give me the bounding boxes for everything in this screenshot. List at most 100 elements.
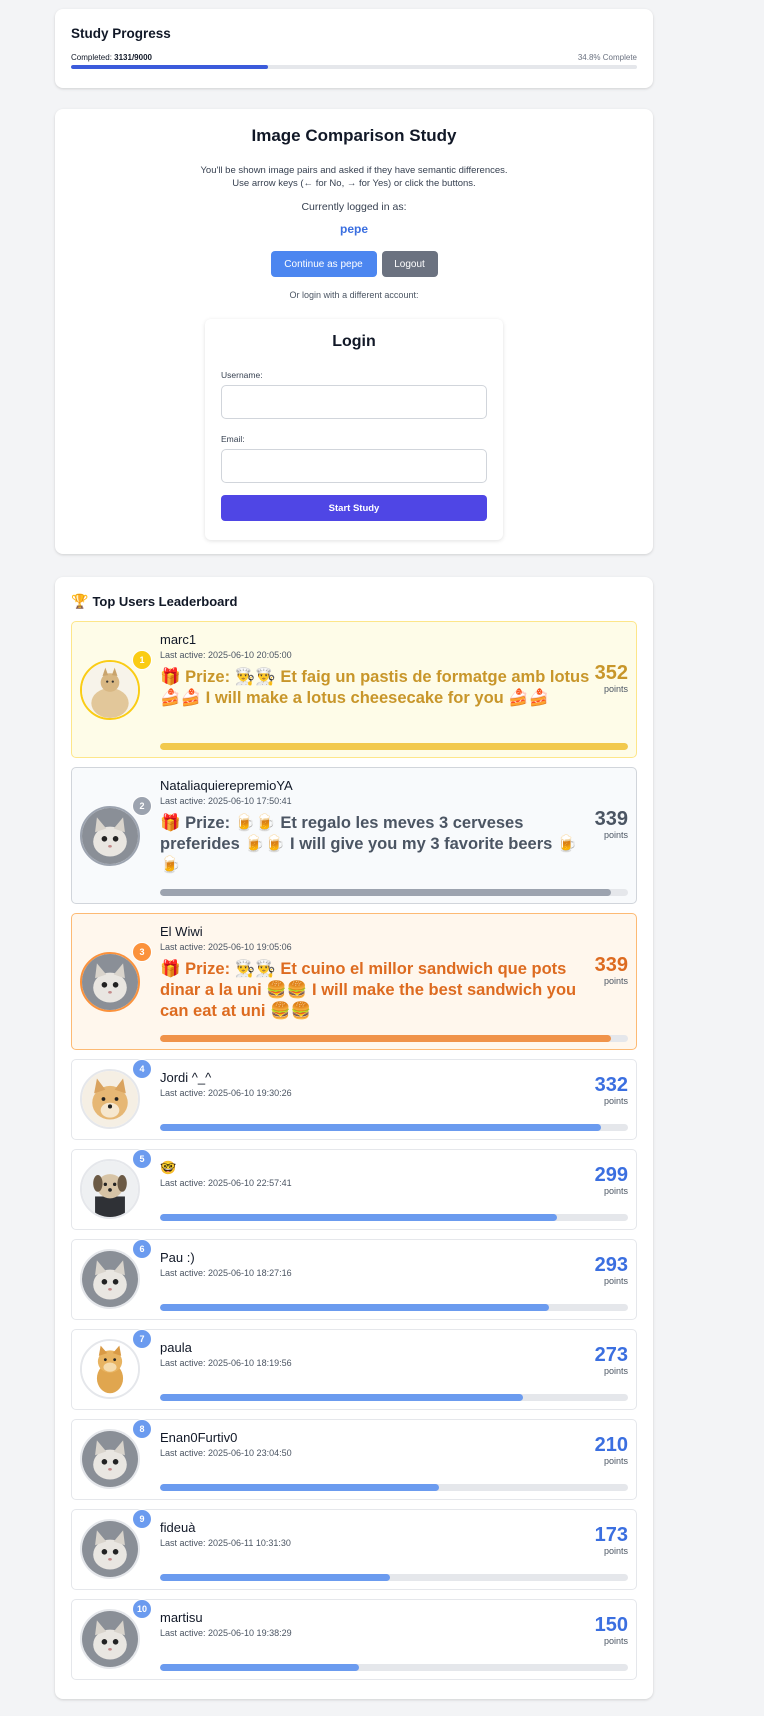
score-bar bbox=[160, 1124, 628, 1131]
leaderboard-entry: 9 fideuà Last active: 2025-06-11 10:31:30 1… bbox=[71, 1509, 637, 1590]
points-label: points bbox=[603, 684, 628, 694]
score: 352 points bbox=[595, 662, 628, 694]
username-input[interactable] bbox=[221, 385, 487, 419]
user-name: 🤓 bbox=[160, 1160, 177, 1175]
cat-avatar bbox=[80, 1609, 140, 1669]
study-instructions: You'll be shown image pairs and asked if… bbox=[55, 164, 653, 190]
email-input[interactable] bbox=[221, 449, 487, 483]
score-points: 339 bbox=[594, 954, 628, 976]
leaderboard-title: 🏆 Top Users Leaderboard bbox=[71, 593, 637, 610]
last-active: Last active: 2025-06-10 17:50:41 bbox=[160, 796, 292, 806]
leaderboard-entry: 4 Jordi ^_^ Last active: 2025-06-10 19:30:… bbox=[71, 1059, 637, 1140]
score-bar bbox=[160, 1664, 628, 1671]
rank-badge: 1 bbox=[132, 650, 152, 670]
last-active: Last active: 2025-06-10 20:05:00 bbox=[160, 650, 292, 660]
buff-doge-avatar bbox=[80, 660, 140, 720]
leaderboard-entry: 7 paula Last active: 2025-06-10 18:19:56 27… bbox=[71, 1329, 637, 1410]
cheems-avatar bbox=[80, 1339, 140, 1399]
score-bar-fill bbox=[160, 889, 611, 896]
score-points: 173 bbox=[594, 1524, 628, 1546]
continue-button[interactable]: Continue as pepe bbox=[270, 251, 377, 277]
user-name: Jordi ^_^ bbox=[160, 1070, 212, 1085]
rank-badge: 10 bbox=[132, 1599, 152, 1619]
progress-bar bbox=[71, 65, 637, 69]
score-points: 332 bbox=[594, 1074, 628, 1096]
leaderboard-entry: 1 marc1 Last active: 2025-06-10 20:05:00 🎁 … bbox=[71, 621, 637, 758]
rank-badge: 2 bbox=[132, 796, 152, 816]
score-points: 273 bbox=[594, 1344, 628, 1366]
score-bar-fill bbox=[160, 1574, 390, 1581]
points-label: points bbox=[603, 1636, 628, 1646]
leaderboard-entry: 2 NataliaquierepremioYA Last active: 2025-… bbox=[71, 767, 637, 904]
score-points: 150 bbox=[594, 1614, 628, 1636]
score-points: 293 bbox=[594, 1254, 628, 1276]
alternate-login-label: Or login with a different account: bbox=[289, 290, 419, 300]
user-name: Pau :) bbox=[160, 1250, 195, 1265]
prize-text: 🎁 Prize: 👨‍🍳👨‍🍳 Et cuino el millor sandw… bbox=[160, 960, 577, 1020]
completed-label: Completed: bbox=[71, 53, 112, 62]
doge-avatar bbox=[80, 1069, 140, 1129]
score: 273 points bbox=[595, 1344, 628, 1376]
intro-line-2: Use arrow keys (← for No, → for Yes) or … bbox=[232, 178, 476, 189]
user-name: fideuà bbox=[160, 1520, 196, 1535]
login-title: Login bbox=[332, 333, 376, 350]
user-name: marc1 bbox=[160, 632, 197, 647]
score: 210 points bbox=[595, 1434, 628, 1466]
points-label: points bbox=[603, 1456, 628, 1466]
rank-badge: 9 bbox=[132, 1509, 152, 1529]
user-name: NataliaquierepremioYA bbox=[160, 778, 293, 793]
points-label: points bbox=[603, 1186, 628, 1196]
score-bar bbox=[160, 889, 628, 896]
intro-line-1: You'll be shown image pairs and asked if… bbox=[200, 165, 508, 176]
last-active: Last active: 2025-06-10 19:05:06 bbox=[160, 942, 292, 952]
score-points: 352 bbox=[594, 662, 628, 684]
score: 299 points bbox=[595, 1164, 628, 1196]
score-bar-fill bbox=[160, 743, 628, 750]
leaderboard-entry: 3 El Wiwi Last active: 2025-06-10 19:05:06… bbox=[71, 913, 637, 1050]
logout-button[interactable]: Logout bbox=[381, 251, 438, 277]
page-title: Image Comparison Study bbox=[251, 126, 457, 145]
points-label: points bbox=[603, 1546, 628, 1556]
score: 173 points bbox=[595, 1524, 628, 1556]
leaderboard-entry: 5 🤓 Last active: 2025-06-10 22:57:41 299 poi… bbox=[71, 1149, 637, 1230]
last-active: Last active: 2025-06-11 10:31:30 bbox=[160, 1538, 291, 1548]
last-active: Last active: 2025-06-10 22:57:41 bbox=[160, 1178, 292, 1188]
score-bar-fill bbox=[160, 1214, 558, 1221]
user-name: paula bbox=[160, 1340, 192, 1355]
rank-badge: 4 bbox=[132, 1059, 152, 1079]
cat-avatar bbox=[80, 952, 140, 1012]
score-bar-fill bbox=[160, 1664, 360, 1671]
score-points: 339 bbox=[594, 808, 628, 830]
score-bar bbox=[160, 1394, 628, 1401]
score: 339 points bbox=[595, 954, 628, 986]
rank-badge: 8 bbox=[132, 1419, 152, 1439]
score-bar bbox=[160, 1304, 628, 1311]
last-active: Last active: 2025-06-10 19:30:26 bbox=[160, 1088, 292, 1098]
points-label: points bbox=[603, 1276, 628, 1286]
username-label: Username: bbox=[221, 370, 263, 380]
progress-bar-fill bbox=[71, 65, 268, 69]
score-points: 210 bbox=[594, 1434, 628, 1456]
rank-badge: 3 bbox=[132, 942, 152, 962]
score: 293 points bbox=[595, 1254, 628, 1286]
score-bar-fill bbox=[160, 1035, 611, 1042]
leaderboard-title-text: Top Users Leaderboard bbox=[92, 594, 238, 609]
score-bar bbox=[160, 1035, 628, 1042]
score-bar-fill bbox=[160, 1484, 440, 1491]
score: 150 points bbox=[595, 1614, 628, 1646]
score-bar bbox=[160, 1214, 628, 1221]
score: 332 points bbox=[595, 1074, 628, 1106]
score-points: 299 bbox=[594, 1164, 628, 1186]
user-name: martisu bbox=[160, 1610, 203, 1625]
email-label: Email: bbox=[221, 434, 245, 444]
points-label: points bbox=[603, 1366, 628, 1376]
dog-avatar bbox=[80, 1159, 140, 1219]
score-bar-fill bbox=[160, 1304, 550, 1311]
score-bar bbox=[160, 743, 628, 750]
user-name: Enan0Furtiv0 bbox=[160, 1430, 238, 1445]
cat-avatar bbox=[80, 1249, 140, 1309]
logged-in-label: Currently logged in as: bbox=[301, 201, 407, 213]
points-label: points bbox=[603, 830, 628, 840]
start-study-button[interactable]: Start Study bbox=[221, 495, 487, 521]
leaderboard-entry: 10 martisu Last active: 2025-06-10 19:38:2… bbox=[71, 1599, 637, 1680]
